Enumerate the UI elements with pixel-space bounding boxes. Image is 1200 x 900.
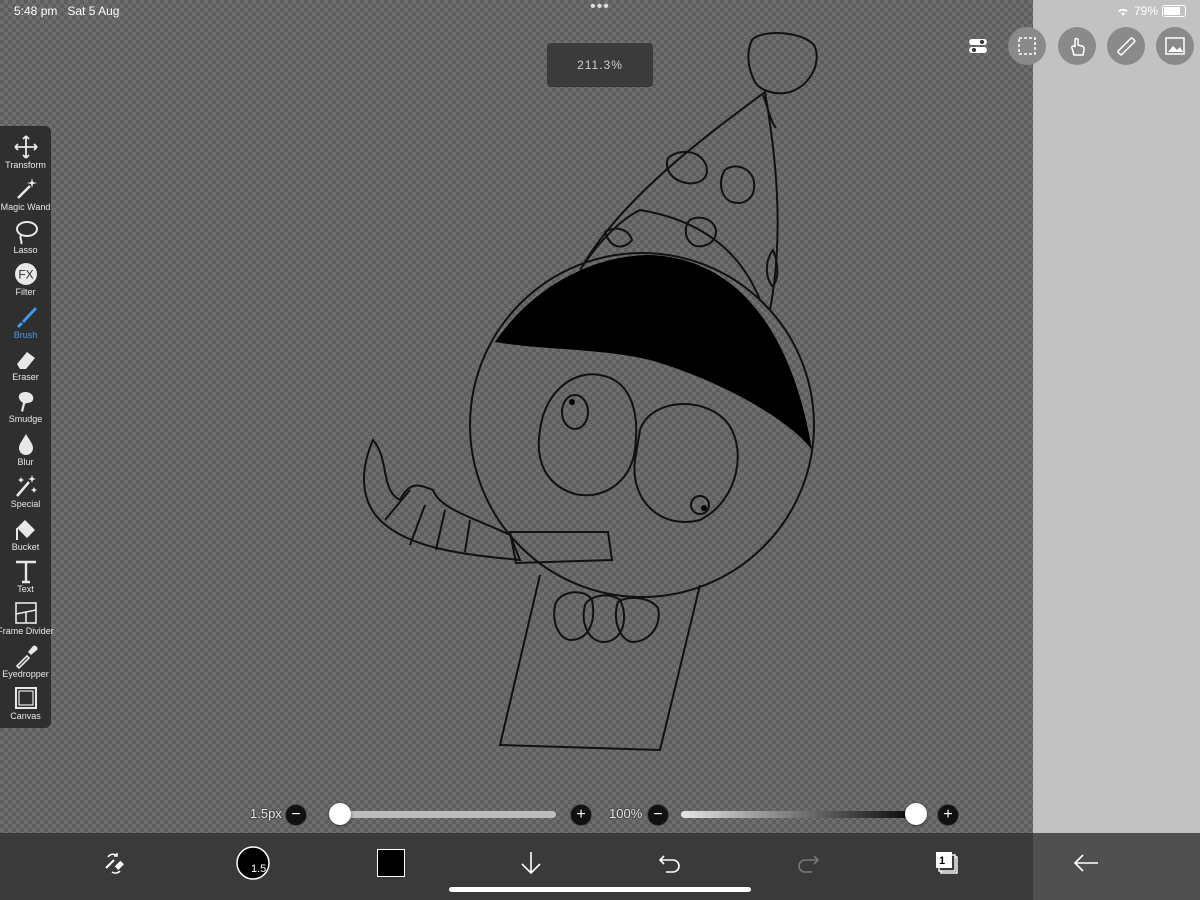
brush-size-slider[interactable] [330,811,556,818]
brush-size-badge: 1.5 [251,863,267,875]
layers-count: 1 [939,855,946,867]
multitasking-dots[interactable]: ••• [590,0,610,16]
tool-label: Text [17,584,34,594]
quick-swap-icon [105,853,124,874]
brush-size-label: 1.5px [250,806,282,821]
tool-label: Canvas [10,711,41,722]
frame-divider-icon [14,602,37,625]
tool-label: Eraser [12,372,39,382]
layers-icon [936,852,958,874]
move-arrows-icon [13,135,38,159]
eyedropper-icon [15,645,38,669]
selection-button[interactable] [1008,27,1046,65]
canvas-icon [14,687,37,710]
tool-label: Smudge [8,414,43,425]
tool-label: Special [10,499,41,510]
import-down-arrow-icon [521,852,541,875]
layers-button[interactable]: 1 [925,841,969,885]
tool-magic-wand[interactable]: Magic Wand [0,176,51,218]
wifi-icon [1118,8,1128,16]
back-button[interactable] [1064,841,1108,885]
status-bar: 5:48 pm Sat 5 Aug ••• 79% [0,0,1200,22]
toggle-settings-button[interactable] [959,27,997,65]
battery-percent: 79% [1133,4,1158,18]
tool-label: Bucket [11,541,40,552]
touch-gesture-button[interactable] [1058,27,1096,65]
bottom-bar-right [1033,833,1200,900]
blur-drop-icon [18,433,33,455]
lasso-icon [15,220,38,245]
selection-icon [1018,37,1036,55]
ruler-icon [1117,37,1136,56]
tool-bucket[interactable]: Bucket [0,516,51,558]
tool-frame-divider[interactable]: Frame Divider [0,600,54,642]
eraser-icon [16,352,35,369]
ruler-button[interactable] [1107,27,1145,65]
brush-size-preview-button[interactable]: 1.5 [231,841,275,885]
brush-size-increase-button[interactable]: + [570,804,592,826]
smudge-icon [18,392,33,413]
import-button[interactable] [509,841,553,885]
opacity-slider[interactable] [681,811,921,818]
home-indicator[interactable] [449,887,751,892]
tool-eraser[interactable]: Eraser [0,346,51,388]
tool-label: Transform [5,160,46,170]
redo-icon [798,855,820,873]
artwork-drawing [363,32,818,752]
toggle-settings-icon [969,39,987,53]
status-right: 79% [1116,4,1186,18]
undo-button[interactable] [648,841,692,885]
tool-canvas[interactable]: Canvas [0,685,51,727]
tool-brush[interactable]: Brush [0,304,51,346]
tool-smudge[interactable]: Smudge [0,388,51,430]
gallery-button[interactable] [1156,27,1194,65]
tool-label: Eyedropper [2,668,49,679]
redo-button[interactable] [786,841,830,885]
fx-icon: FX [14,263,37,286]
right-panel [1033,0,1200,833]
left-toolbar: Transform Magic Wand Lasso FX Filter Brush Era… [0,126,54,728]
tool-label: Brush [13,329,38,340]
magic-wand-icon [16,178,37,200]
brush-icon [16,306,37,328]
opacity-thumb[interactable] [905,803,927,825]
opacity-increase-button[interactable]: + [937,804,959,826]
opacity-label: 100% [609,806,643,821]
opacity-decrease-button[interactable]: − [647,804,669,826]
touch-gesture-icon [1071,37,1085,56]
undo-icon [658,855,680,873]
tool-transform[interactable]: Transform [0,134,51,176]
tool-label: Filter [15,287,36,298]
brush-size-decrease-button[interactable]: − [285,804,307,826]
tool-eyedropper[interactable]: Eyedropper [0,643,51,685]
quick-swap-button[interactable] [92,841,136,885]
text-icon [15,560,36,584]
tool-text[interactable]: Text [0,558,51,600]
svg-text:FX: FX [18,268,33,282]
bucket-icon [15,519,35,540]
tool-label: Lasso [13,244,38,255]
zoom-level-badge: 211.3% [547,43,653,87]
special-sparkle-icon [15,475,37,498]
tool-label: Frame Divider [0,626,54,637]
color-swatch-button[interactable] [369,841,413,885]
gallery-image-icon [1165,37,1185,55]
battery-icon [1162,5,1186,17]
tool-label: Blur [17,456,34,467]
brush-size-thumb[interactable] [328,803,351,825]
tool-label: Magic Wand [0,202,51,213]
tool-filter[interactable]: FX Filter [0,261,51,303]
back-arrow-icon [1073,854,1098,872]
tool-lasso[interactable]: Lasso [0,219,51,261]
status-time: 5:48 pm Sat 5 Aug [14,4,120,18]
tool-blur[interactable]: Blur [0,431,51,473]
color-swatch [377,849,405,877]
tool-special[interactable]: Special [0,473,51,515]
